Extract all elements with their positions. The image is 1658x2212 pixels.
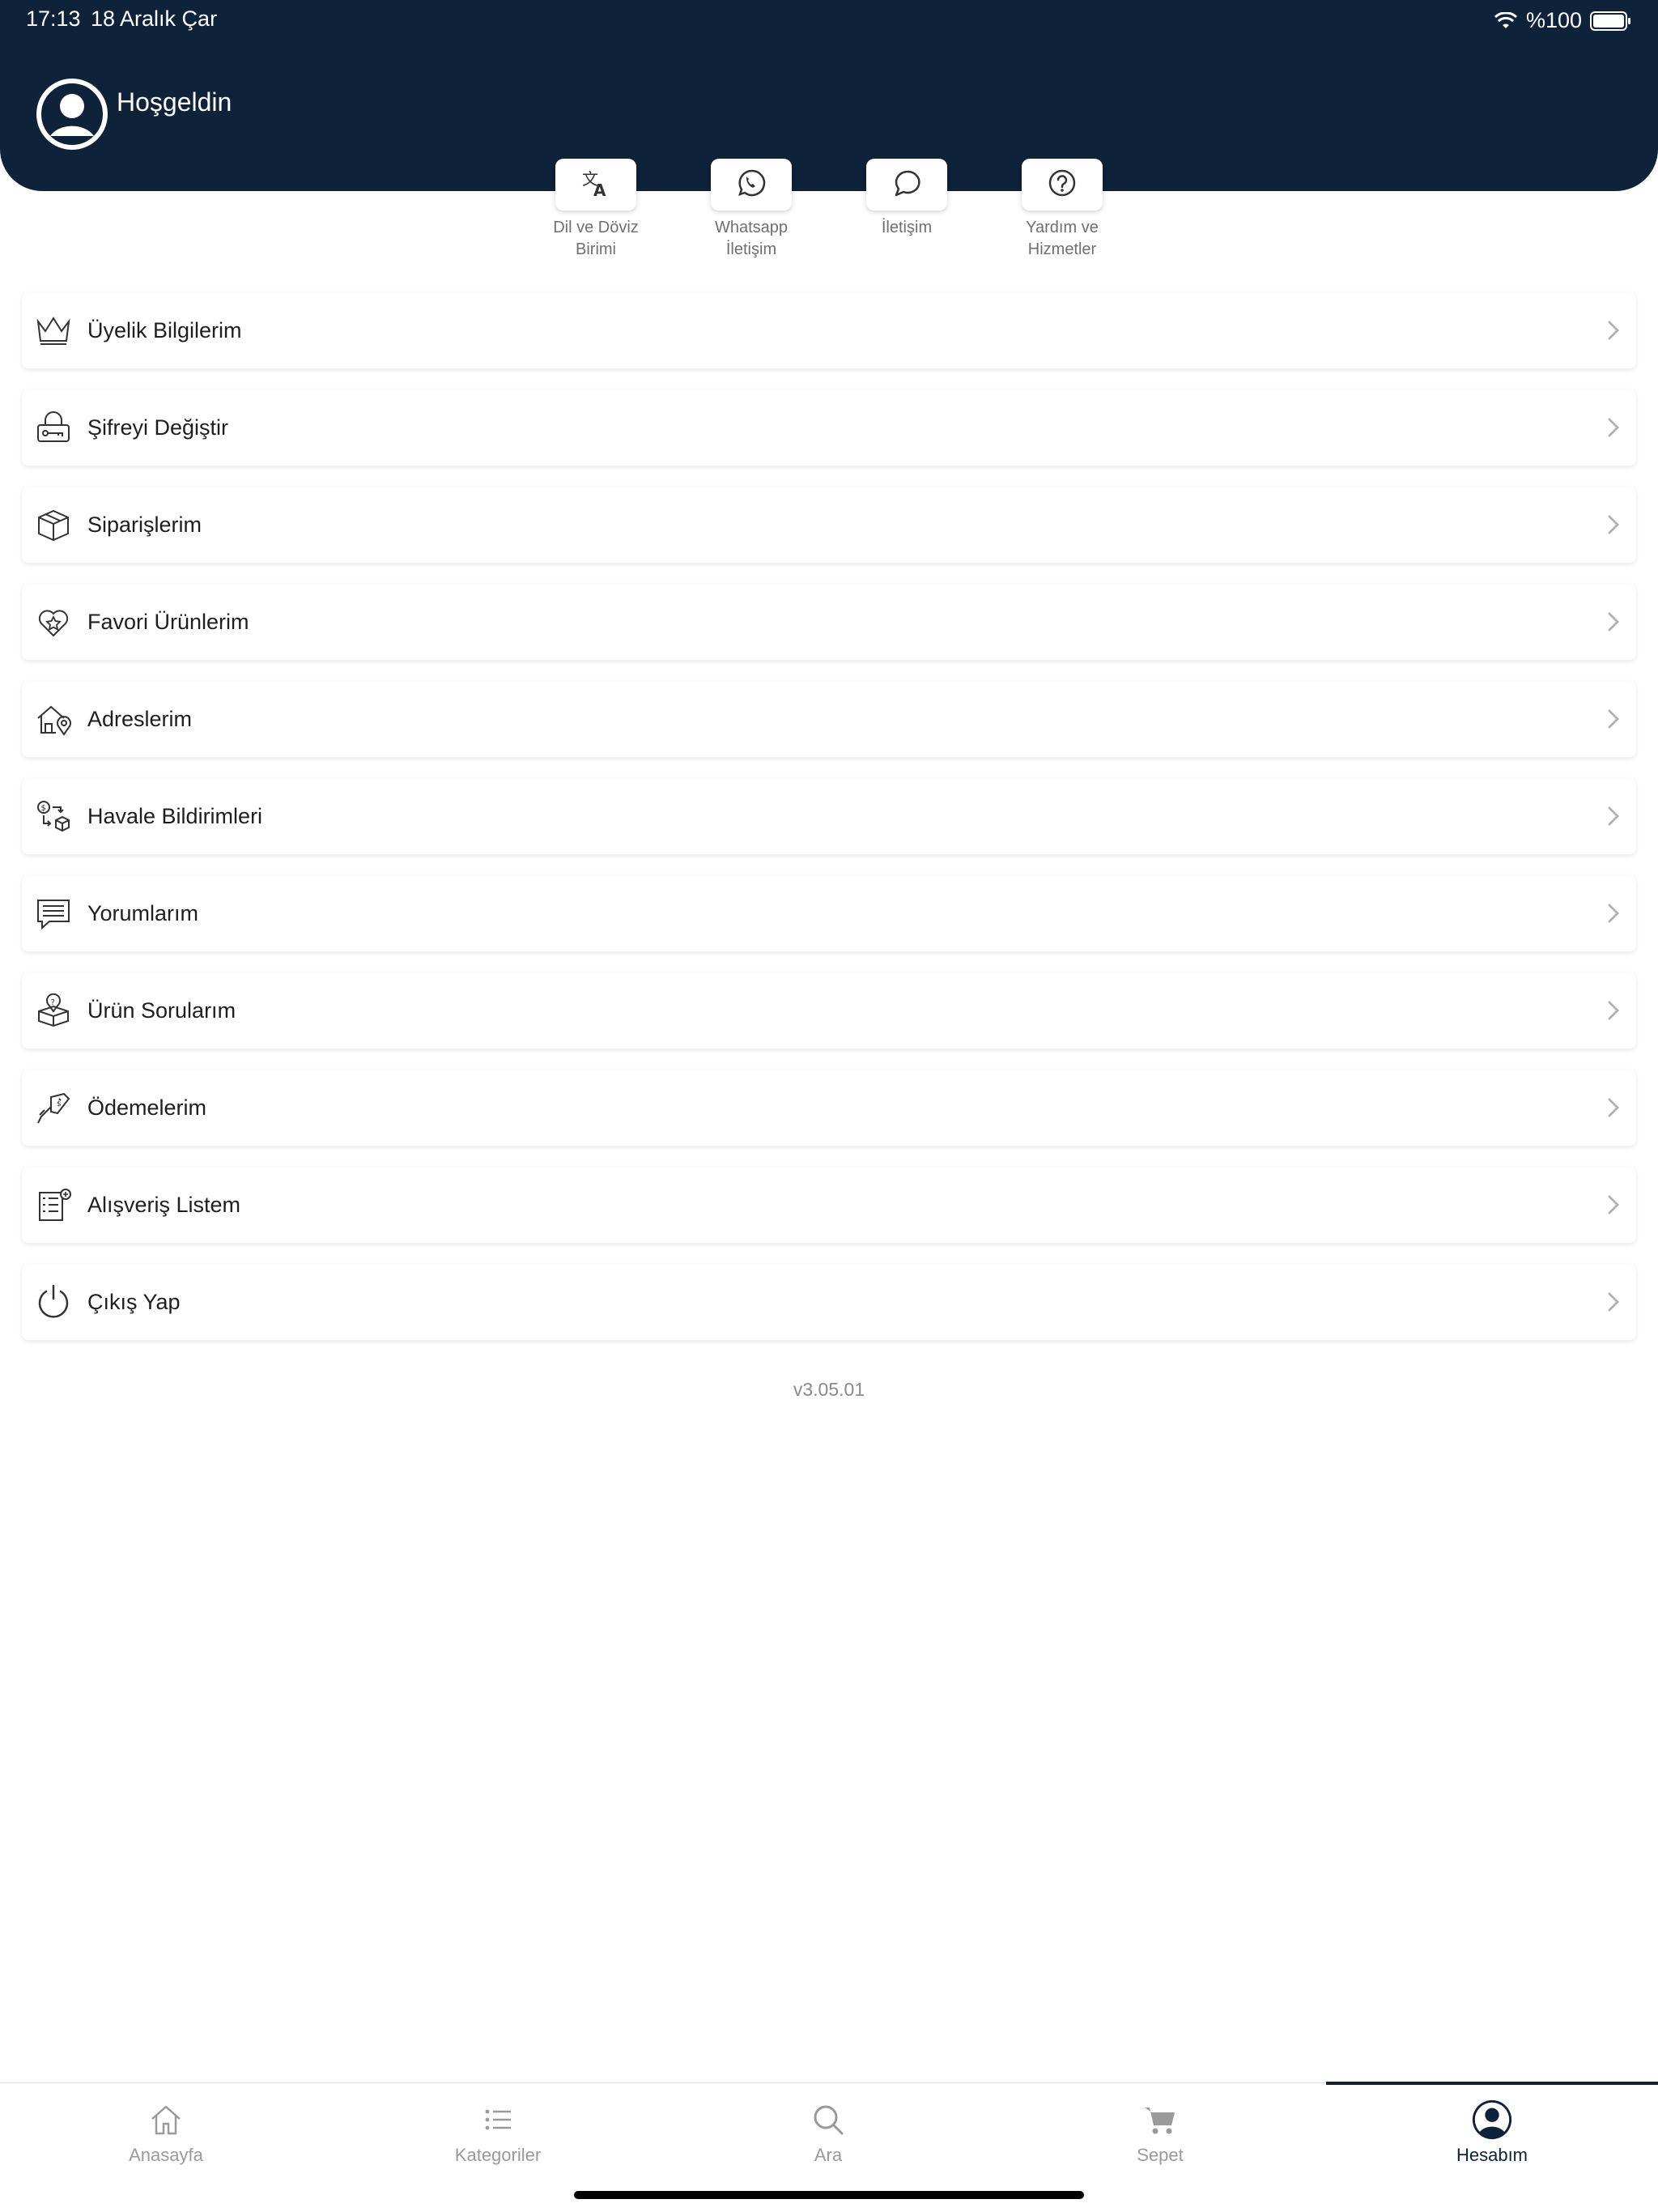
translate-icon: 文 A <box>580 167 612 203</box>
quick-action-contact[interactable]: İletişim <box>842 159 971 239</box>
header: 17:13 18 Aralık Çar %100 Hoşgeldin <box>0 0 1658 191</box>
quick-action-box[interactable]: 文 A <box>555 159 636 211</box>
menu-item-label: Alışveriş Listem <box>87 1192 241 1217</box>
tab-label: Kategoriler <box>454 2145 542 2165</box>
battery-percent: %100 <box>1525 8 1582 32</box>
menu-item-orders[interactable]: Siparişlerim <box>22 487 1636 563</box>
svg-text:$: $ <box>41 804 46 813</box>
menu-item-label: Şifreyi Değiştir <box>87 415 229 440</box>
tab-categories[interactable]: Kategoriler <box>332 2083 664 2172</box>
menu-item-label: Ürün Sorularım <box>87 998 236 1023</box>
chevron-right-icon <box>1607 1000 1620 1025</box>
chevron-right-icon <box>1607 806 1620 831</box>
chevron-right-icon <box>1607 903 1620 928</box>
quick-action-box[interactable] <box>1022 159 1103 211</box>
chevron-right-icon <box>1607 611 1620 636</box>
help-icon <box>1046 167 1078 203</box>
app-version: v3.05.01 <box>793 1379 865 1400</box>
quick-action-label: İletişim <box>881 219 933 236</box>
chat-bubble-icon <box>891 167 923 203</box>
welcome-text: Hoşgeldin <box>117 87 232 117</box>
battery-icon <box>1590 11 1632 31</box>
tab-home[interactable]: Anasayfa <box>0 2083 332 2172</box>
question-box-icon: ? <box>33 990 74 1031</box>
menu-item-label: Çıkış Yap <box>87 1289 181 1314</box>
menu-item-payments[interactable]: $ Ödemelerim <box>22 1070 1636 1146</box>
quick-action-label: Dil ve Döviz Birimi <box>553 219 639 258</box>
status-time: 17:13 <box>26 6 81 31</box>
svg-text:A: A <box>593 181 606 199</box>
quick-action-label: Whatsapp İletişim <box>714 219 789 258</box>
chevron-right-icon <box>1607 708 1620 734</box>
tab-label: Ara <box>814 2145 843 2165</box>
quick-action-language-currency[interactable]: 文 A Dil ve Döviz Birimi <box>531 159 661 261</box>
home-location-icon <box>33 699 74 739</box>
quick-action-whatsapp[interactable]: Whatsapp İletişim <box>687 159 816 261</box>
quick-action-box[interactable] <box>866 159 947 211</box>
chevron-right-icon <box>1607 1291 1620 1317</box>
chevron-right-icon <box>1607 1194 1620 1219</box>
account-page: 17:13 18 Aralık Çar %100 Hoşgeldin 文 A D… <box>0 0 1658 2212</box>
tab-account[interactable]: Hesabım <box>1326 2083 1658 2172</box>
chevron-right-icon <box>1607 1097 1620 1122</box>
chevron-right-icon <box>1607 514 1620 539</box>
quick-action-label: Yardım ve Hizmetler <box>1026 219 1099 258</box>
menu-item-membership[interactable]: Üyelik Bilgilerim <box>22 292 1636 368</box>
menu-item-logout[interactable]: Çıkış Yap <box>22 1264 1636 1340</box>
list-icon <box>476 2098 520 2142</box>
tab-search[interactable]: Ara <box>662 2083 994 2172</box>
shopping-list-icon <box>33 1185 74 1225</box>
lock-key-icon <box>33 407 74 448</box>
home-indicator <box>574 2191 1084 2199</box>
svg-text:$: $ <box>57 1100 62 1108</box>
card-payment-icon: $ <box>33 1087 74 1128</box>
heart-star-icon <box>33 602 74 642</box>
package-box-icon <box>33 504 74 545</box>
tab-label: Hesabım <box>1456 2145 1528 2165</box>
search-icon <box>806 2098 850 2142</box>
quick-action-help[interactable]: Yardım ve Hizmetler <box>997 159 1127 261</box>
tab-label: Anasayfa <box>129 2145 203 2165</box>
menu-item-label: Üyelik Bilgilerim <box>87 317 242 342</box>
menu-item-label: Siparişlerim <box>87 512 202 537</box>
cart-icon <box>1138 2098 1182 2142</box>
chevron-right-icon <box>1607 417 1620 442</box>
menu-item-label: Favori Ürünlerim <box>87 609 249 634</box>
account-icon <box>1470 2098 1514 2142</box>
chevron-right-icon <box>1607 320 1620 345</box>
menu-item-label: Havale Bildirimleri <box>87 803 263 828</box>
menu-item-favorites[interactable]: Favori Ürünlerim <box>22 584 1636 660</box>
menu-item-reviews[interactable]: Yorumlarım <box>22 875 1636 951</box>
status-date: 18 Aralık Çar <box>91 6 218 31</box>
power-icon <box>33 1282 74 1322</box>
tab-cart[interactable]: Sepet <box>994 2083 1326 2172</box>
home-icon <box>144 2098 188 2142</box>
svg-text:?: ? <box>51 998 55 1007</box>
menu-item-product-questions[interactable]: ? Ürün Sorularım <box>22 972 1636 1049</box>
whatsapp-icon <box>735 167 767 203</box>
menu-item-shopping-list[interactable]: Alışveriş Listem <box>22 1167 1636 1243</box>
menu-item-label: Adreslerim <box>87 706 193 731</box>
tab-label: Sepet <box>1137 2145 1184 2165</box>
quick-action-box[interactable] <box>711 159 792 211</box>
avatar-icon[interactable] <box>36 78 108 151</box>
wifi-icon <box>1494 11 1518 30</box>
menu-item-addresses[interactable]: Adreslerim <box>22 681 1636 757</box>
menu-item-change-password[interactable]: Şifreyi Değiştir <box>22 389 1636 466</box>
menu-item-transfer-notices[interactable]: $ Havale Bildirimleri <box>22 778 1636 854</box>
menu-item-label: Yorumlarım <box>87 900 199 925</box>
menu-item-label: Ödemelerim <box>87 1095 207 1120</box>
status-right: %100 <box>1494 8 1632 33</box>
comment-icon <box>33 893 74 934</box>
money-transfer-icon: $ <box>33 796 74 836</box>
crown-icon <box>33 310 74 351</box>
